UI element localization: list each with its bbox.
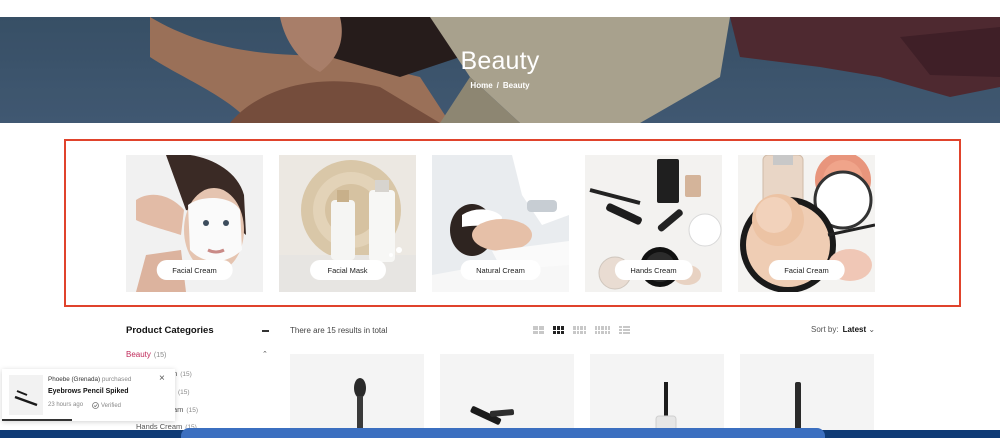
sort-value: Latest: [842, 325, 867, 334]
sidebar-item-beauty[interactable]: Beauty (15): [126, 350, 166, 359]
sidebar-subitem-count: (15): [178, 389, 190, 396]
chevron-down-icon: ⌄: [868, 325, 876, 334]
sidebar-title: Product Categories: [126, 325, 214, 336]
category-card-natural-cream[interactable]: Natural Cream: [432, 155, 569, 292]
sidebar-subitem-count: (15): [180, 371, 192, 378]
breadcrumb-home-link[interactable]: Home: [470, 81, 492, 90]
grid-5-icon[interactable]: [595, 326, 610, 334]
notification-product-image: [9, 375, 43, 415]
sidebar-item-label: Beauty: [126, 350, 151, 359]
purchase-notification: Phoebe (Grenada) purchased Eyebrows Penc…: [2, 369, 175, 421]
category-label: Hands Cream: [614, 260, 693, 280]
results-count: There are 15 results in total: [290, 326, 388, 335]
purchase-action: purchased: [101, 376, 132, 383]
grid-3-icon[interactable]: [553, 326, 564, 334]
verified-label: Verified: [101, 402, 122, 409]
sidebar-item-count: (15): [153, 352, 167, 359]
close-icon[interactable]: ×: [159, 374, 165, 384]
list-view-icon[interactable]: [619, 326, 630, 334]
sidebar-subitem-count: (15): [186, 407, 198, 414]
bottom-pill: [181, 428, 825, 438]
product-image-eyeliner: [795, 382, 801, 438]
category-label: Natural Cream: [460, 260, 541, 280]
category-label: Facial Cream: [768, 260, 845, 280]
sidebar-subitem-3[interactable]: am (15): [173, 405, 198, 414]
hero-banner: Beauty Home / Beauty: [0, 17, 1000, 123]
category-card-hands-cream[interactable]: Hands Cream: [585, 155, 722, 292]
category-card-facial-cream-2[interactable]: Facial Cream: [738, 155, 875, 292]
chevron-up-icon[interactable]: ⌃: [262, 350, 268, 358]
product-image-mascara: [655, 382, 677, 438]
page-title: Beauty: [460, 47, 540, 75]
sidebar-subitem-2[interactable]: (15): [175, 387, 190, 396]
collapse-minus-icon[interactable]: [262, 330, 269, 332]
breadcrumb-current: Beauty: [502, 81, 530, 90]
category-label: Facial Mask: [309, 260, 386, 280]
category-label: Facial Cream: [156, 260, 233, 280]
product-card[interactable]: [440, 354, 574, 438]
sort-label: Sort by:: [811, 325, 839, 334]
notification-buyer: Phoebe (Grenada) purchased: [48, 376, 131, 383]
product-card[interactable]: [740, 354, 874, 438]
grid-2-icon[interactable]: [533, 326, 544, 334]
sort-dropdown[interactable]: Sort by: Latest ⌄: [811, 325, 875, 334]
verified-check-icon: [92, 402, 99, 409]
verified-badge: Verified: [92, 402, 121, 409]
notification-progress: [2, 419, 72, 421]
grid-view-switcher: [533, 326, 630, 334]
grid-4-icon[interactable]: [573, 326, 586, 334]
breadcrumb-separator: /: [496, 81, 499, 90]
product-image-brush: [354, 378, 366, 438]
buyer-name: Phoebe (Grenada): [48, 376, 101, 383]
product-card[interactable]: [290, 354, 424, 438]
notification-time: 23 hours ago: [48, 402, 84, 408]
product-card[interactable]: [590, 354, 724, 438]
product-image-eyebrow-pencil: [470, 406, 515, 425]
category-card-facial-cream-1[interactable]: Facial Cream: [126, 155, 263, 292]
notification-product-name[interactable]: Eyebrows Pencil Spiked: [48, 388, 129, 395]
breadcrumb: Home / Beauty: [0, 81, 1000, 90]
top-strip: [0, 0, 1000, 17]
category-card-facial-mask[interactable]: Facial Mask: [279, 155, 416, 292]
